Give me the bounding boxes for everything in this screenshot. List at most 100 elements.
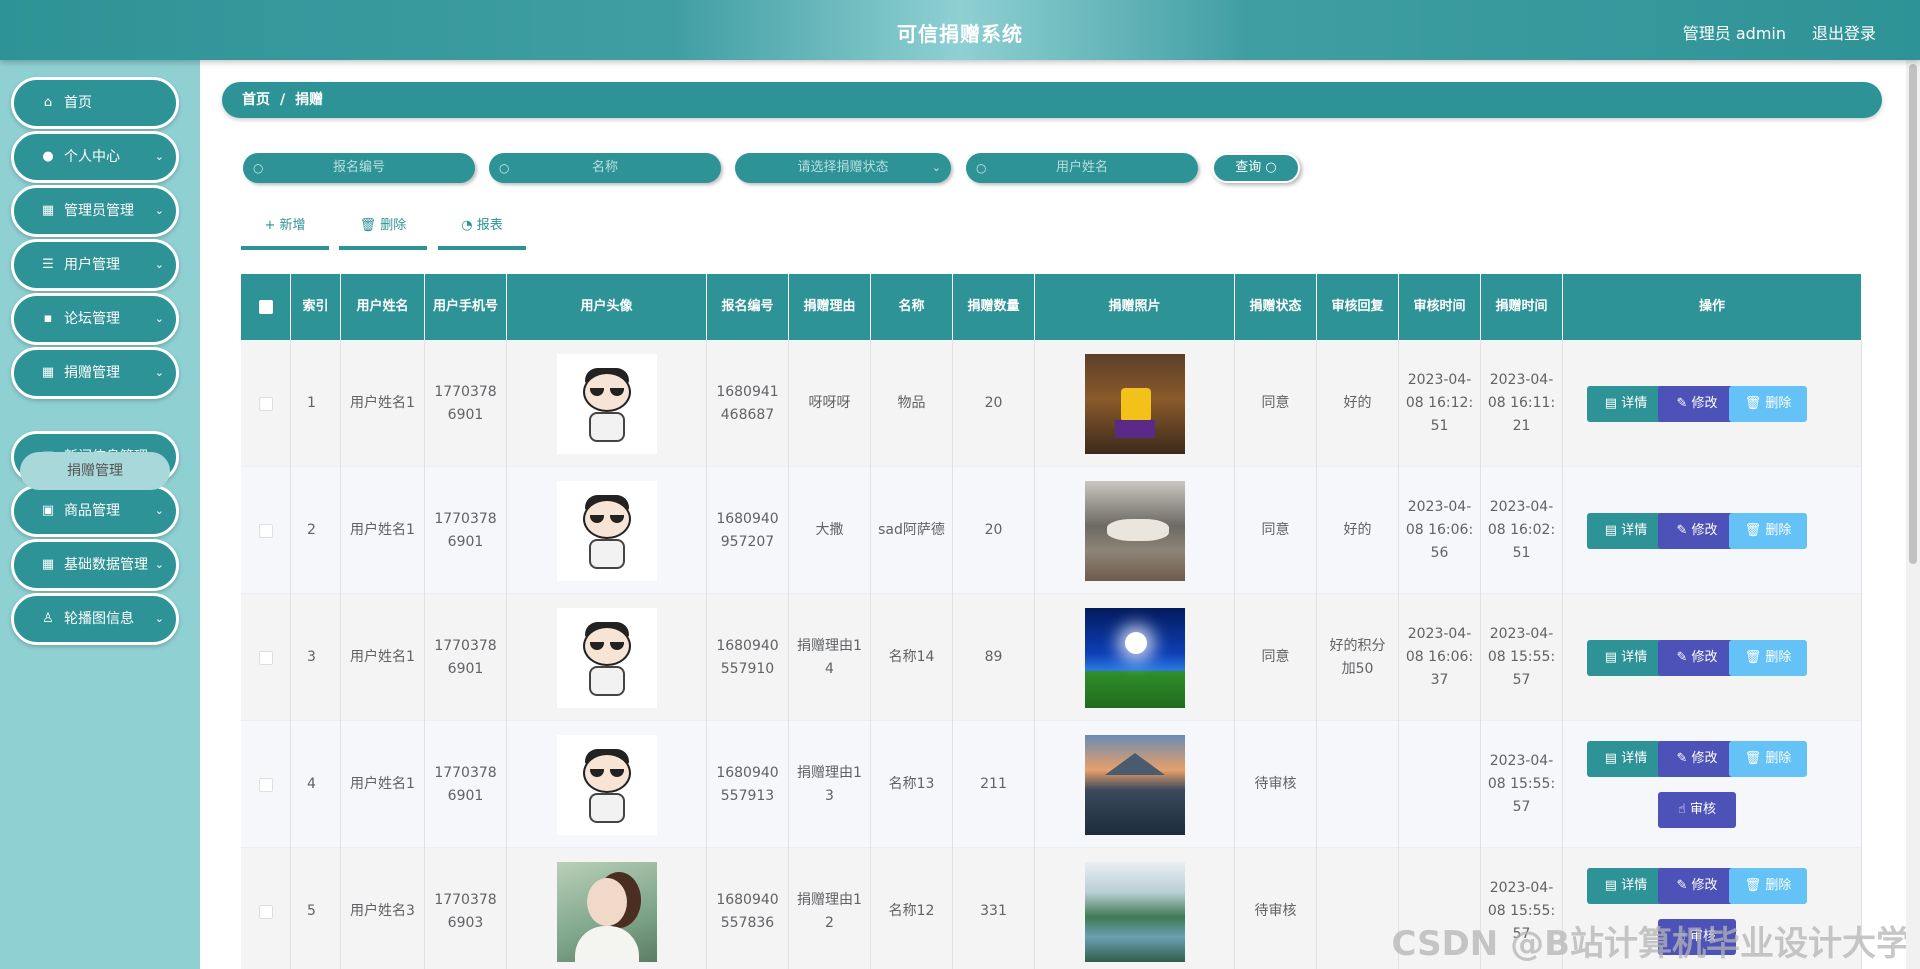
operations-cell: ▤ 详情 ✎ 修改 🗑 删除	[1563, 340, 1862, 467]
delete-button[interactable]: 🗑 删除	[1729, 741, 1807, 777]
page-scrollbar[interactable]	[1906, 60, 1920, 969]
sidebar-item-label: 管理员管理	[64, 203, 134, 219]
sidebar-item-label: 论坛管理	[64, 311, 120, 327]
edit-button[interactable]: ✎ 修改	[1658, 640, 1736, 676]
cell-text: 2023-04-08 15:55:57	[1487, 753, 1556, 815]
op-label: 详情	[1621, 878, 1648, 893]
edit-button[interactable]: ✎ 修改	[1658, 868, 1736, 904]
chat-icon: ▪	[43, 311, 53, 326]
sidebar-item-7[interactable]: ▣ 商品管理 ⌄	[11, 485, 179, 537]
delete-button[interactable]: 🗑 删除	[1729, 513, 1807, 549]
delete-label: 🗑 删除	[359, 218, 407, 233]
op-label: 删除	[1765, 751, 1792, 766]
cell-amount: 89	[953, 594, 1035, 721]
cell-text: 1680940557913	[716, 764, 779, 804]
cell-status: 同意	[1235, 467, 1317, 594]
chevron-down-icon: ⌄	[931, 161, 941, 174]
cell-text: 2	[307, 522, 316, 538]
scrollbar-thumb[interactable]	[1909, 64, 1917, 564]
edit-button[interactable]: ✎ 修改	[1658, 386, 1736, 422]
delete-button[interactable]: 🗑 删除	[1729, 640, 1807, 676]
edit-button[interactable]: ✎ 修改	[1658, 513, 1736, 549]
chevron-down-icon: ⌄	[154, 612, 164, 625]
row-checkbox[interactable]	[258, 777, 273, 792]
report-label: ◔ 报表	[461, 218, 503, 233]
cell-text: 呀呀呀	[808, 395, 851, 411]
avatar-cell	[507, 848, 707, 969]
sidebar-item-9[interactable]: ♙ 轮播图信息 ⌄	[11, 593, 179, 645]
row-checkbox[interactable]	[258, 650, 273, 665]
delete-button[interactable]: 🗑 删除	[1729, 868, 1807, 904]
cell-text: 物品	[897, 395, 926, 411]
row-select-cell[interactable]	[241, 467, 291, 594]
edit-button[interactable]: ✎ 修改	[1658, 741, 1736, 777]
cell-text: 用户姓名1	[350, 522, 415, 538]
column-header: 报名编号	[707, 274, 789, 340]
row-select-cell[interactable]	[241, 848, 291, 969]
watermark: CSDN @B站计算机毕业设计大学	[1391, 924, 1911, 964]
query-button[interactable]: 查询 ○	[1212, 153, 1300, 183]
sidebar-item-2[interactable]: ▦ 管理员管理 ⌄	[11, 185, 179, 237]
search-icon: ○	[1265, 160, 1277, 175]
search-name-input[interactable]: ○ 名称	[489, 153, 721, 183]
sidebar: ⌂首页●个人中心⌄▦管理员管理⌄☰用户管理⌄▪论坛管理⌄▦捐赠管理⌄▦新闻信息管…	[0, 60, 200, 969]
add-button[interactable]: + 新增	[241, 216, 329, 250]
user-icon: ●	[42, 149, 54, 164]
search-code-input[interactable]: ○ 报名编号	[243, 153, 475, 183]
column-header: 捐赠理由	[789, 274, 871, 340]
sidebar-item-label: 个人中心	[64, 149, 120, 165]
select-all-checkbox[interactable]	[258, 300, 273, 314]
cell-reply: 好的	[1317, 467, 1399, 594]
pencil-icon: ✎	[1676, 396, 1688, 411]
sidebar-item-5[interactable]: ▦ 捐赠管理 ⌄	[11, 347, 179, 399]
document-icon: ▤	[1604, 878, 1618, 893]
breadcrumb-home[interactable]: 首页	[242, 92, 270, 108]
sidebar-item-label: 首页	[64, 95, 92, 111]
logout-link[interactable]: 退出登录	[1812, 20, 1876, 44]
column-header: 操作	[1563, 274, 1862, 340]
cell-reason: 捐赠理由12	[789, 848, 871, 969]
cell-text: 2023-04-08 15:55:57	[1487, 626, 1556, 688]
detail-button[interactable]: ▤ 详情	[1587, 741, 1665, 777]
sidebar-item-0[interactable]: ⌂ 首页	[11, 77, 179, 129]
row-checkbox[interactable]	[258, 396, 273, 411]
row-select-cell[interactable]	[241, 721, 291, 848]
op-label: 删除	[1765, 878, 1792, 893]
cell-title: 名称13	[871, 721, 953, 848]
row-checkbox[interactable]	[258, 523, 273, 538]
audit-button[interactable]: ☝ 审核	[1658, 792, 1736, 828]
row-select-cell[interactable]	[241, 340, 291, 467]
status-select[interactable]: 请选择捐赠状态 ⌄	[735, 153, 951, 183]
cell-text: 同意	[1261, 649, 1290, 665]
detail-button[interactable]: ▤ 详情	[1587, 868, 1665, 904]
cell-text: 17703786901	[434, 764, 497, 804]
detail-button[interactable]: ▤ 详情	[1587, 386, 1665, 422]
sidebar-item-4[interactable]: ▪ 论坛管理 ⌄	[11, 293, 179, 345]
report-button[interactable]: ◔ 报表	[438, 216, 526, 250]
sidebar-subitem-donation[interactable]: 捐赠管理	[20, 452, 170, 490]
cell-text: 名称13	[888, 776, 935, 792]
cell-text: 同意	[1261, 522, 1290, 538]
pencil-icon: ✎	[1676, 751, 1688, 766]
cell-text: 捐赠理由12	[797, 891, 862, 931]
op-label: 删除	[1765, 396, 1792, 411]
select-all-cell[interactable]	[241, 274, 291, 340]
op-label: 删除	[1765, 523, 1792, 538]
sidebar-item-8[interactable]: ▦ 基础数据管理 ⌄	[11, 539, 179, 591]
cell-code: 1680941468687	[707, 340, 789, 467]
cell-phone: 17703786901	[425, 721, 507, 848]
cell-text: 大撒	[815, 522, 844, 538]
row-checkbox[interactable]	[258, 904, 273, 919]
chevron-down-icon: ⌄	[154, 366, 164, 379]
op-label: 详情	[1621, 650, 1648, 665]
cell-code: 1680940557913	[707, 721, 789, 848]
trash-icon: 🗑	[1744, 523, 1762, 538]
search-username-input[interactable]: ○ 用户姓名	[966, 153, 1198, 183]
detail-button[interactable]: ▤ 详情	[1587, 513, 1665, 549]
row-select-cell[interactable]	[241, 594, 291, 721]
batch-delete-button[interactable]: 🗑 删除	[339, 216, 427, 250]
sidebar-item-1[interactable]: ● 个人中心 ⌄	[11, 131, 179, 183]
delete-button[interactable]: 🗑 删除	[1729, 386, 1807, 422]
detail-button[interactable]: ▤ 详情	[1587, 640, 1665, 676]
sidebar-item-3[interactable]: ☰ 用户管理 ⌄	[11, 239, 179, 291]
